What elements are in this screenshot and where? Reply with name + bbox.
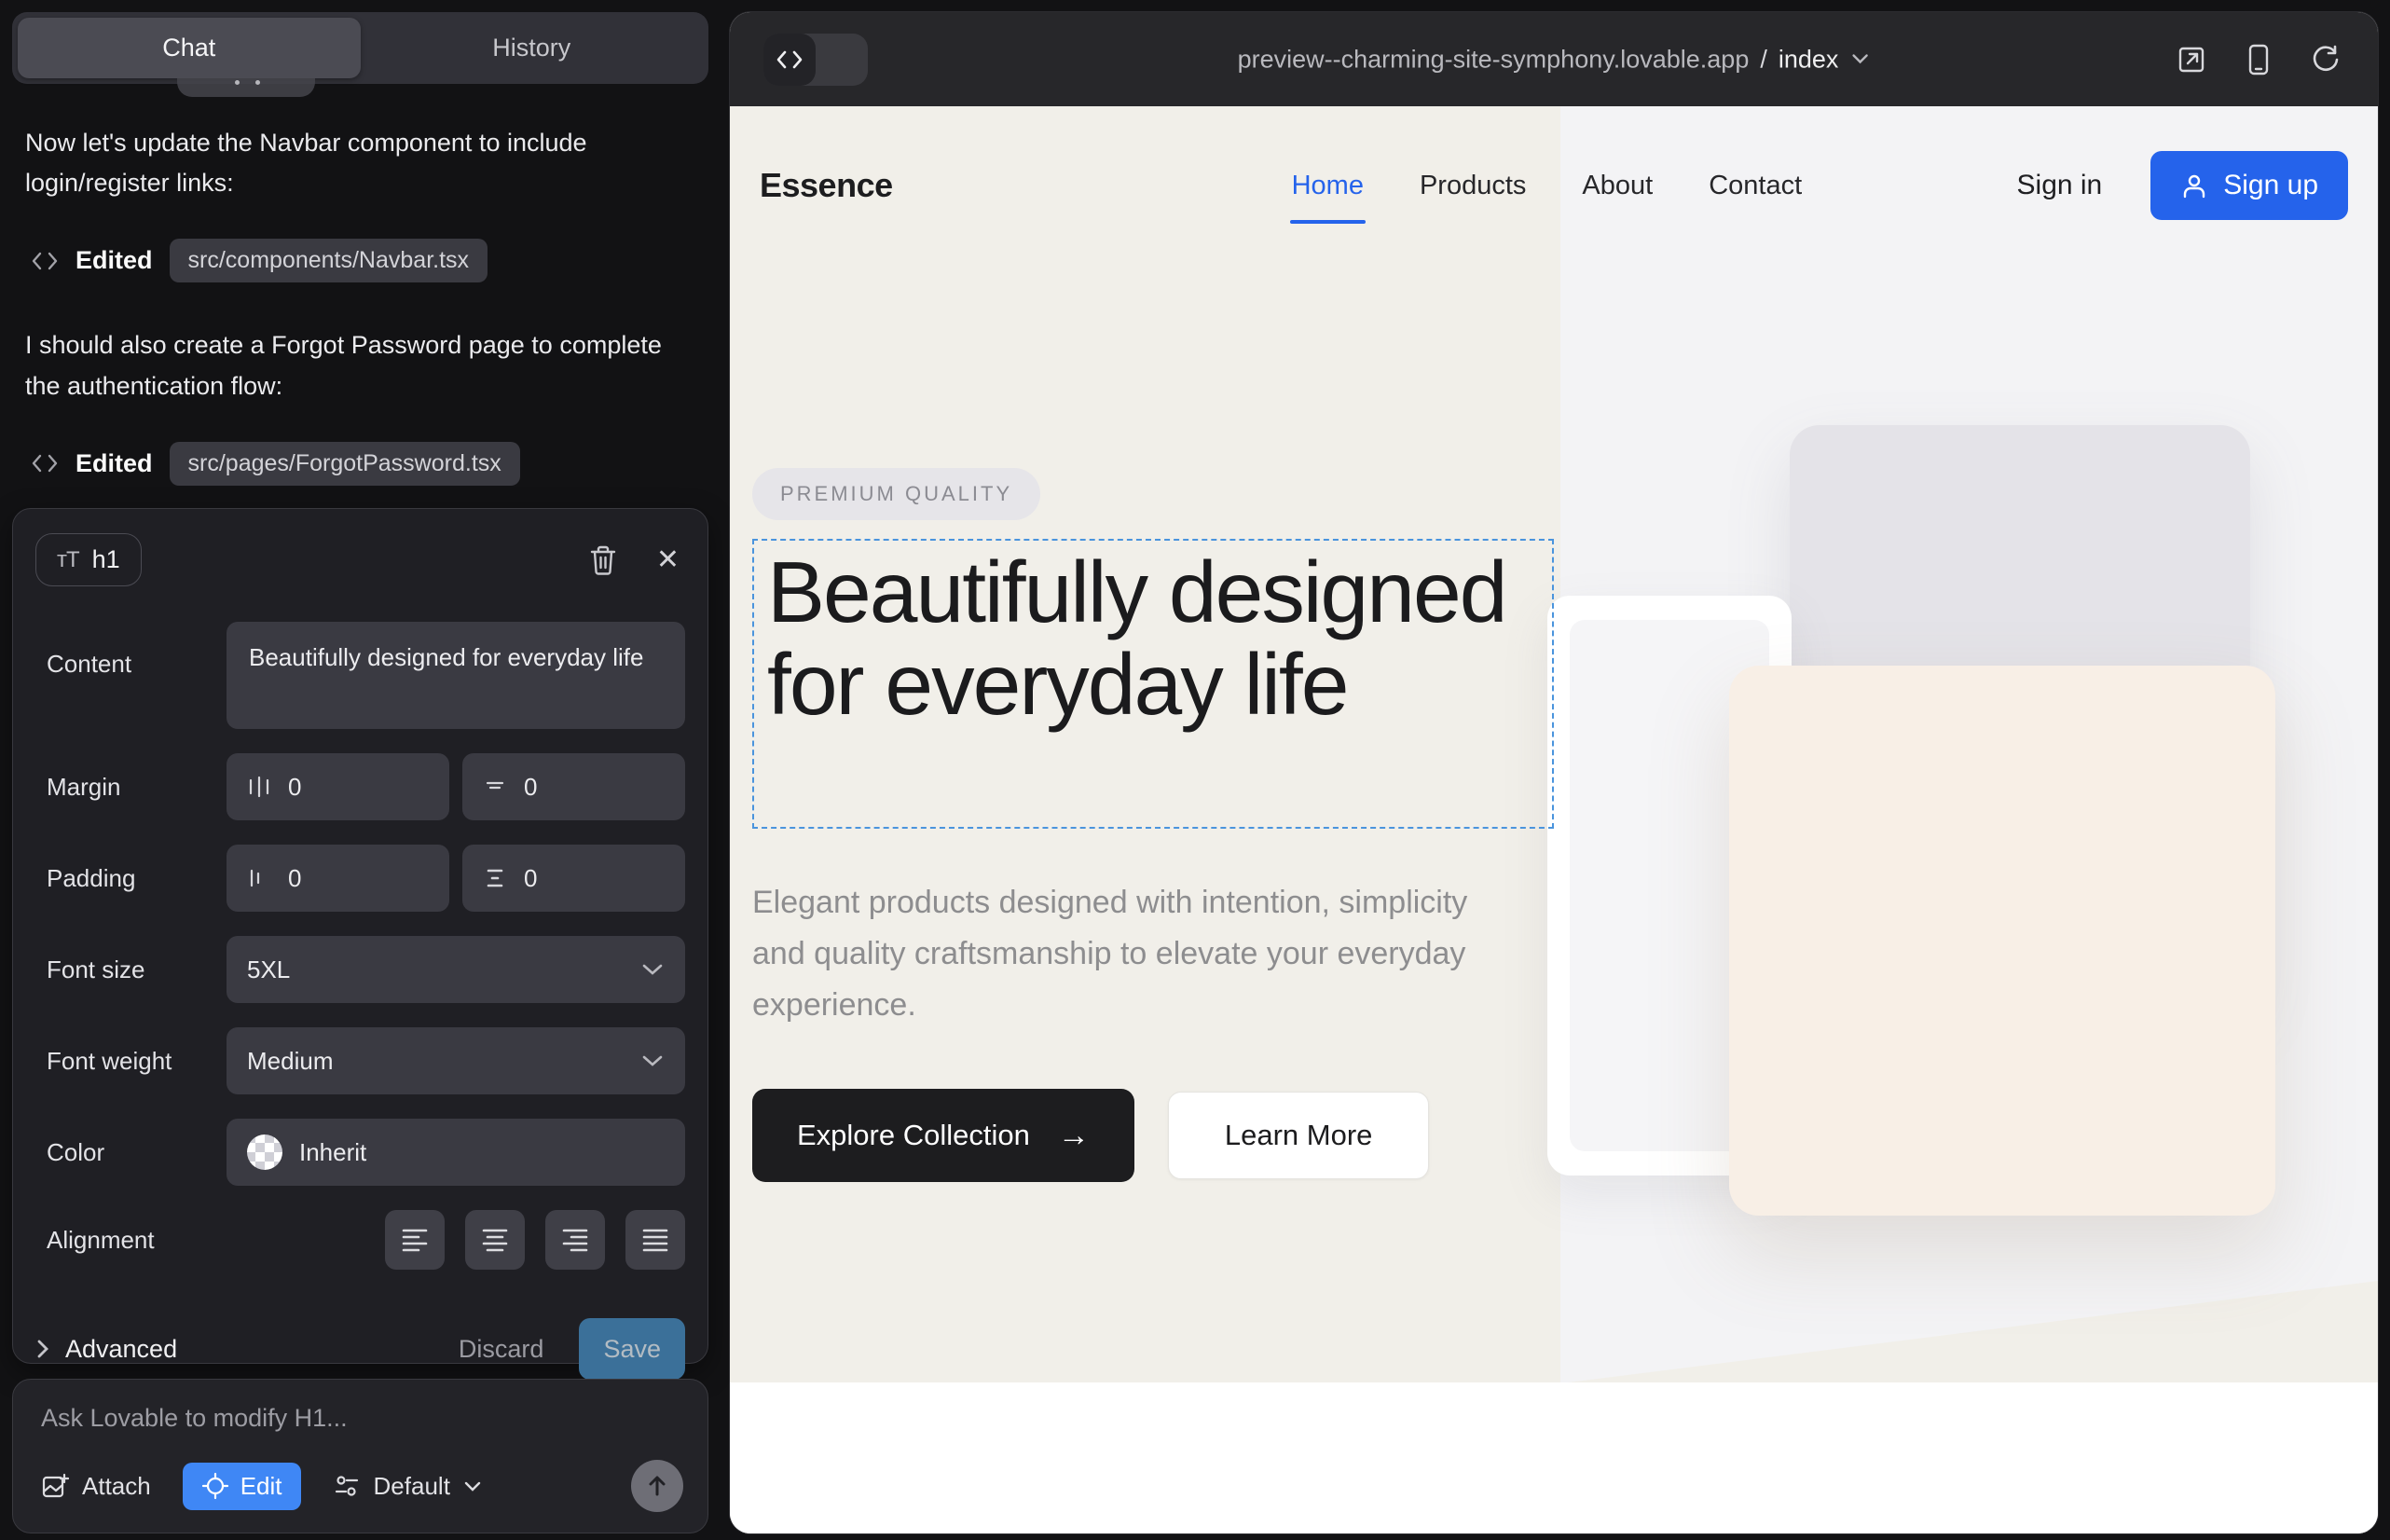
hero-paragraph: Elegant products designed with intention… — [752, 877, 1498, 1031]
chevron-down-icon — [1849, 53, 1870, 66]
chevron-right-icon — [35, 1338, 50, 1360]
advanced-toggle[interactable]: Advanced — [35, 1335, 177, 1364]
explore-collection-button[interactable]: Explore Collection → — [752, 1089, 1134, 1182]
edited-file-chip[interactable]: src/components/Navbar.tsx — [170, 239, 488, 282]
font-weight-select[interactable]: Medium — [227, 1027, 685, 1094]
code-view-toggle[interactable] — [763, 34, 868, 86]
element-editor-panel: тT h1 ✕ Co — [12, 508, 708, 1364]
selected-element-chip[interactable]: тT h1 — [35, 533, 142, 586]
edited-file-row: Edited src/pages/ForgotPassword.tsx — [31, 442, 727, 486]
send-button[interactable] — [631, 1460, 683, 1512]
chevron-down-icon — [640, 962, 665, 977]
alignment-label: Alignment — [35, 1226, 227, 1255]
chat-message: Now let's update the Navbar component to… — [25, 123, 699, 203]
edited-file-row: Edited src/components/Navbar.tsx — [31, 239, 727, 282]
sign-in-link[interactable]: Sign in — [2017, 170, 2103, 201]
external-link-icon — [2177, 45, 2206, 75]
nav-link-contact[interactable]: Contact — [1709, 171, 1802, 201]
padding-x-input[interactable]: 0 — [227, 845, 449, 912]
selected-element-tag: h1 — [92, 545, 120, 574]
color-select[interactable]: Inherit — [227, 1119, 685, 1186]
margin-label: Margin — [35, 773, 227, 802]
align-center-button[interactable] — [465, 1210, 525, 1270]
padding-y-input[interactable]: 0 — [462, 845, 685, 912]
font-size-label: Font size — [35, 956, 227, 984]
color-label: Color — [35, 1138, 227, 1167]
hero-art-beige-card — [1729, 666, 2275, 1216]
scrolled-chip-partial — [177, 78, 315, 97]
nav-link-products[interactable]: Products — [1420, 171, 1526, 201]
align-justify-button[interactable] — [625, 1210, 685, 1270]
content-label: Content — [35, 650, 227, 679]
chat-message: I should also create a Forgot Password p… — [25, 325, 699, 406]
margin-horizontal-icon — [247, 775, 271, 799]
typography-icon: тT — [57, 547, 79, 573]
attach-image-icon — [41, 1472, 69, 1500]
code-icon — [31, 249, 59, 273]
arrow-right-icon: → — [1058, 1120, 1090, 1151]
refresh-icon — [2311, 45, 2341, 75]
align-left-button[interactable] — [385, 1210, 445, 1270]
prompt-input[interactable]: Ask Lovable to modify H1... — [41, 1404, 680, 1433]
chevron-down-icon — [463, 1480, 482, 1492]
chat-history-tabs: Chat History — [12, 12, 708, 84]
sliders-icon — [333, 1472, 361, 1500]
padding-vertical-icon — [483, 866, 507, 890]
code-brackets-icon — [763, 34, 816, 86]
align-right-button[interactable] — [545, 1210, 605, 1270]
delete-element-button[interactable] — [584, 539, 623, 582]
edited-label: Edited — [76, 449, 153, 478]
open-in-new-tab-button[interactable] — [2173, 41, 2210, 78]
font-size-select[interactable]: 5XL — [227, 936, 685, 1003]
tab-chat[interactable]: Chat — [18, 18, 361, 78]
user-icon — [2180, 172, 2208, 199]
site-canvas: Essence Home Products About Contact Sign… — [730, 106, 2378, 1533]
nav-link-about[interactable]: About — [1582, 171, 1653, 201]
h1-selection-outline[interactable]: Beautifully designed for everyday life — [752, 539, 1554, 829]
hero-content: PREMIUM QUALITY Beautifully designed for… — [752, 468, 1576, 1182]
preview-browser-bar: preview--charming-site-symphony.lovable.… — [730, 12, 2378, 106]
margin-x-input[interactable]: 0 — [227, 753, 449, 820]
tab-history[interactable]: History — [361, 18, 704, 78]
site-navbar: Essence Home Products About Contact Sign… — [730, 106, 2378, 265]
close-icon: ✕ — [656, 543, 680, 576]
preview-url[interactable]: preview--charming-site-symphony.lovable.… — [1238, 45, 1871, 74]
padding-label: Padding — [35, 864, 227, 893]
arrow-up-icon — [645, 1474, 669, 1498]
refresh-button[interactable] — [2307, 41, 2344, 78]
app-root: Chat History Now let's update the Navbar… — [0, 0, 2390, 1540]
margin-y-input[interactable]: 0 — [462, 753, 685, 820]
mobile-view-button[interactable] — [2244, 40, 2273, 79]
hero-heading[interactable]: Beautifully designed for everyday life — [767, 546, 1543, 730]
prompt-box[interactable]: Ask Lovable to modify H1... Attach — [12, 1379, 708, 1533]
margin-vertical-icon — [483, 775, 507, 799]
trash-icon — [589, 544, 617, 576]
lovable-side-panel: Chat History Now let's update the Navbar… — [0, 0, 727, 1540]
target-icon — [201, 1472, 229, 1500]
hero-diagonal-decoration — [1560, 1281, 2378, 1383]
chevron-down-icon — [640, 1053, 665, 1068]
content-input[interactable]: Beautifully designed for everyday life — [227, 622, 685, 729]
edited-file-chip[interactable]: src/pages/ForgotPassword.tsx — [170, 442, 520, 486]
page-section-below-hero — [730, 1382, 2378, 1533]
font-weight-label: Font weight — [35, 1047, 227, 1076]
premium-quality-badge: PREMIUM QUALITY — [752, 468, 1040, 520]
nav-link-home[interactable]: Home — [1292, 171, 1364, 201]
close-editor-button[interactable]: ✕ — [651, 538, 685, 582]
sign-up-button[interactable]: Sign up — [2150, 151, 2348, 220]
edit-mode-button[interactable]: Edit — [183, 1463, 301, 1510]
learn-more-button[interactable]: Learn More — [1168, 1092, 1430, 1179]
code-icon — [31, 451, 59, 475]
color-swatch-inherit — [247, 1134, 282, 1170]
padding-horizontal-icon — [247, 866, 271, 890]
edited-label: Edited — [76, 246, 153, 275]
save-button[interactable]: Save — [579, 1318, 685, 1380]
mobile-phone-icon — [2247, 44, 2270, 76]
site-logo[interactable]: Essence — [760, 166, 893, 205]
attach-button[interactable]: Attach — [41, 1472, 151, 1501]
discard-button[interactable]: Discard — [459, 1335, 544, 1364]
default-mode-button[interactable]: Default — [333, 1472, 482, 1501]
preview-window: preview--charming-site-symphony.lovable.… — [730, 12, 2378, 1533]
